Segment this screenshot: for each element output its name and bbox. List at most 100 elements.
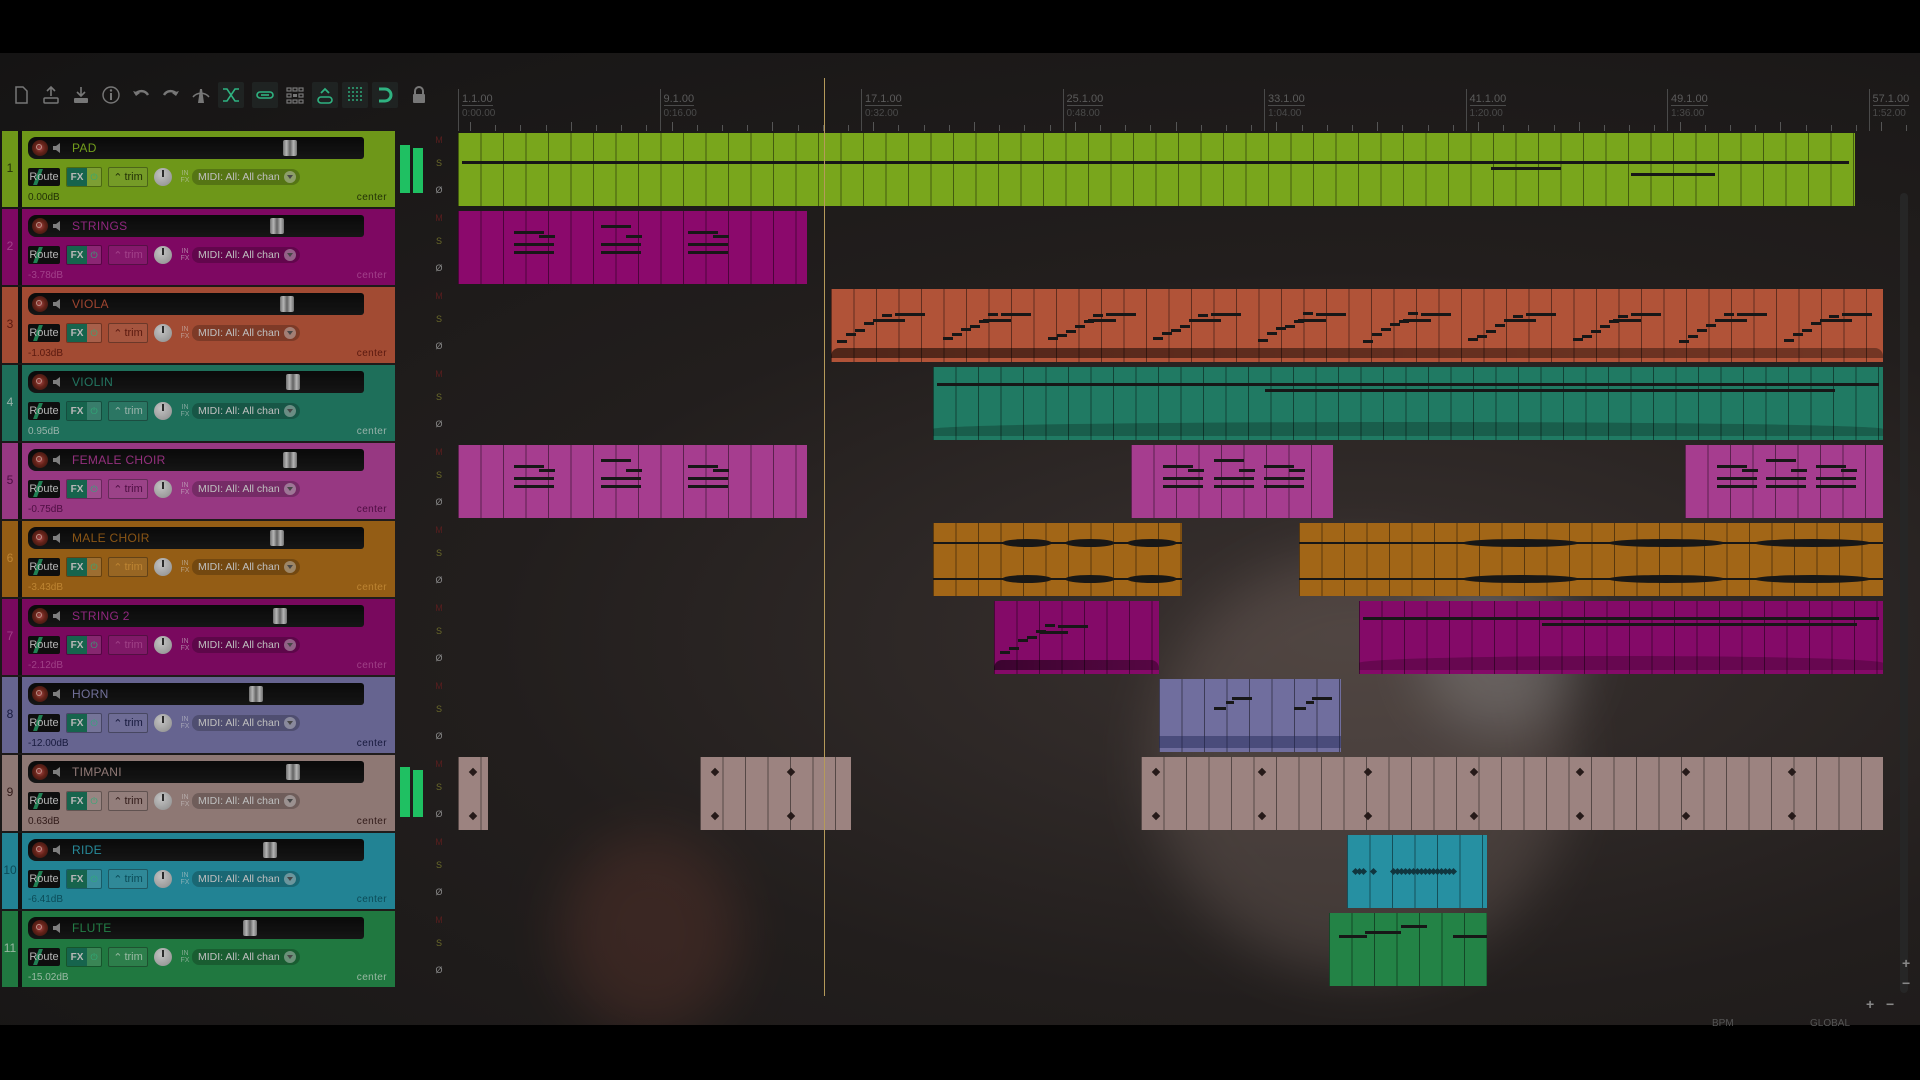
chevron-down-icon[interactable] — [283, 483, 296, 495]
track-name[interactable]: RIDE — [72, 843, 102, 857]
track-name-bar[interactable]: FEMALE CHOIR — [28, 449, 364, 471]
volume-fader-handle[interactable] — [242, 920, 257, 936]
phase-invert-button[interactable]: Ø — [433, 341, 445, 351]
midi-input-selector[interactable]: IN FX MIDI: All: All chan — [178, 870, 300, 888]
track-name-bar[interactable]: FLUTE — [28, 917, 364, 939]
media-item[interactable] — [831, 289, 1883, 362]
mute-button[interactable]: M — [433, 213, 445, 223]
record-arm-button[interactable] — [32, 920, 48, 936]
record-arm-button[interactable] — [32, 374, 48, 390]
media-item[interactable] — [1140, 757, 1883, 830]
speaker-icon[interactable] — [52, 922, 66, 934]
mute-button[interactable]: M — [433, 369, 445, 379]
volume-fader-handle[interactable] — [249, 686, 264, 702]
ruler-marker[interactable]: 25.1.00 0:48.00 — [1062, 89, 1104, 131]
trim-button[interactable]: ⌃ trim — [108, 323, 148, 343]
phase-invert-button[interactable]: Ø — [433, 653, 445, 663]
ruler-marker[interactable]: 1.1.00 0:00.00 — [458, 89, 495, 131]
media-item[interactable] — [1358, 601, 1883, 674]
new-project-button[interactable] — [8, 82, 34, 108]
ruler-marker[interactable]: 9.1.00 0:16.00 — [659, 89, 697, 131]
media-item[interactable] — [458, 445, 808, 518]
speaker-icon[interactable] — [52, 766, 66, 778]
chevron-down-icon[interactable] — [283, 639, 296, 651]
fx-button[interactable]: FX ⏻ — [66, 323, 102, 343]
item-grouping-button[interactable] — [252, 82, 278, 108]
metronome-button[interactable] — [188, 82, 214, 108]
pan-knob[interactable] — [154, 246, 172, 264]
ruler-marker[interactable]: 41.1.00 1:20.00 — [1465, 89, 1507, 131]
midi-input-selector[interactable]: IN FX MIDI: All: All chan — [178, 402, 300, 420]
track-9[interactable]: 9 TIMPANI Route FX ⏻ ⌃ trim IN FX MIDI: All: All … — [2, 755, 395, 831]
midi-input-selector[interactable]: IN FX MIDI: All: All chan — [178, 792, 300, 810]
project-info-button[interactable] — [98, 82, 124, 108]
fx-button[interactable]: FX ⏻ — [66, 947, 102, 967]
route-button[interactable]: Route — [28, 636, 60, 654]
volume-fader-handle[interactable] — [279, 296, 294, 312]
media-item[interactable] — [932, 523, 1182, 596]
fx-button[interactable]: FX ⏻ — [66, 167, 102, 187]
phase-invert-button[interactable]: Ø — [433, 731, 445, 741]
volume-fader-handle[interactable] — [286, 764, 301, 780]
route-button[interactable]: Route — [28, 480, 60, 498]
pan-knob[interactable] — [154, 480, 172, 498]
chevron-down-icon[interactable] — [283, 717, 296, 729]
solo-button[interactable]: S — [433, 548, 445, 558]
track-name[interactable]: STRINGS — [72, 219, 127, 233]
mute-button[interactable]: M — [433, 759, 445, 769]
record-arm-button[interactable] — [32, 608, 48, 624]
media-item[interactable] — [1347, 835, 1487, 908]
media-item[interactable] — [458, 757, 488, 830]
fx-bypass-icon[interactable]: ⏻ — [87, 792, 101, 810]
pan-knob[interactable] — [154, 168, 172, 186]
solo-button[interactable]: S — [433, 314, 445, 324]
midi-input-value[interactable]: MIDI: All: All chan — [192, 481, 300, 497]
phase-invert-button[interactable]: Ø — [433, 263, 445, 273]
horizontal-zoom-in-button[interactable]: + — [1866, 996, 1874, 1012]
speaker-icon[interactable] — [52, 610, 66, 622]
fx-bypass-icon[interactable]: ⏻ — [87, 168, 101, 186]
midi-input-value[interactable]: MIDI: All: All chan — [192, 247, 300, 263]
route-button[interactable]: Route — [28, 168, 60, 186]
fx-bypass-icon[interactable]: ⏻ — [87, 246, 101, 264]
chevron-down-icon[interactable] — [283, 873, 296, 885]
midi-input-value[interactable]: MIDI: All: All chan — [192, 325, 300, 341]
solo-button[interactable]: S — [433, 158, 445, 168]
midi-input-selector[interactable]: IN FX MIDI: All: All chan — [178, 246, 300, 264]
phase-invert-button[interactable]: Ø — [433, 887, 445, 897]
ruler-marker[interactable]: 49.1.00 1:36.00 — [1667, 89, 1708, 131]
volume-fader-handle[interactable] — [269, 218, 284, 234]
track-6[interactable]: 6 MALE CHOIR Route FX ⏻ ⌃ trim IN FX MIDI: All: A… — [2, 521, 395, 597]
record-arm-button[interactable] — [32, 842, 48, 858]
track-name[interactable]: TIMPANI — [72, 765, 122, 779]
ripple-edit-button[interactable] — [312, 82, 338, 108]
record-arm-button[interactable] — [32, 686, 48, 702]
phase-invert-button[interactable]: Ø — [433, 965, 445, 975]
snap-magnet-button[interactable] — [372, 82, 398, 108]
fx-bypass-icon[interactable]: ⏻ — [87, 558, 101, 576]
volume-fader-handle[interactable] — [286, 374, 301, 390]
fx-button[interactable]: FX ⏻ — [66, 557, 102, 577]
solo-button[interactable]: S — [433, 860, 445, 870]
phase-invert-button[interactable]: Ø — [433, 575, 445, 585]
track-name-bar[interactable]: VIOLA — [28, 293, 364, 315]
route-button[interactable]: Route — [28, 948, 60, 966]
solo-button[interactable]: S — [433, 470, 445, 480]
media-item[interactable] — [1159, 679, 1342, 752]
trim-button[interactable]: ⌃ trim — [108, 167, 148, 187]
speaker-icon[interactable] — [52, 844, 66, 856]
open-project-button[interactable] — [38, 82, 64, 108]
midi-input-value[interactable]: MIDI: All: All chan — [192, 871, 300, 887]
pan-knob[interactable] — [154, 792, 172, 810]
route-button[interactable]: Route — [28, 558, 60, 576]
pan-knob[interactable] — [154, 402, 172, 420]
mute-button[interactable]: M — [433, 603, 445, 613]
fx-button[interactable]: FX ⏻ — [66, 401, 102, 421]
chevron-down-icon[interactable] — [283, 795, 296, 807]
volume-fader-handle[interactable] — [273, 608, 287, 624]
trim-button[interactable]: ⌃ trim — [108, 401, 148, 421]
trim-button[interactable]: ⌃ trim — [108, 713, 148, 733]
track-3[interactable]: 3 VIOLA Route FX ⏻ ⌃ trim IN FX MIDI: All: All ch… — [2, 287, 395, 363]
pan-knob[interactable] — [154, 636, 172, 654]
track-name[interactable]: MALE CHOIR — [72, 531, 150, 545]
